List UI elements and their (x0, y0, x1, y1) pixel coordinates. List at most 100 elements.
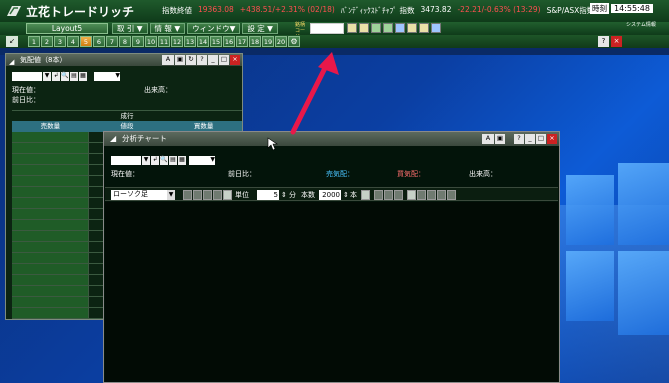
close-button[interactable]: × (230, 55, 240, 65)
board-code-input[interactable] (12, 72, 42, 81)
folder-icon[interactable]: ▤ (169, 156, 177, 165)
layout-number-7[interactable]: 7 (106, 36, 118, 47)
font-size-button[interactable]: A (162, 55, 174, 65)
layout-number-19[interactable]: 19 (262, 36, 274, 47)
period-tick-icon[interactable] (223, 190, 232, 200)
period-month-icon[interactable] (203, 190, 212, 200)
compare-tool-icon[interactable] (427, 190, 436, 200)
maximize-button[interactable]: □ (536, 134, 546, 144)
table-cell (12, 132, 89, 142)
dropdown-icon[interactable]: ▼ (43, 72, 51, 81)
enter-icon[interactable]: ↲ (151, 156, 159, 165)
layout-number-10[interactable]: 10 (145, 36, 157, 47)
refresh-icon[interactable]: ↻ (186, 55, 196, 65)
news-tool-icon[interactable] (371, 23, 381, 33)
market-select[interactable]: ▼ (94, 72, 120, 81)
spinner-icon[interactable]: ⇕ (343, 190, 349, 200)
eraser-tool-icon[interactable] (394, 190, 403, 200)
period-year-icon[interactable] (213, 190, 222, 200)
layout-number-6[interactable]: 6 (93, 36, 105, 47)
dropdown-icon[interactable]: ▼ (142, 156, 150, 165)
layout-number-18[interactable]: 18 (249, 36, 261, 47)
order-tool-icon[interactable] (407, 23, 417, 33)
help-button[interactable]: ? (598, 36, 609, 47)
table-cell (12, 220, 89, 230)
layout-number-1[interactable]: 1 (28, 36, 40, 47)
menu-settings[interactable]: 設 定 ▼ (242, 23, 278, 34)
ranking-tool-icon[interactable] (383, 23, 393, 33)
layout-number-3[interactable]: 3 (54, 36, 66, 47)
candle-type-value: ローソク足 (113, 190, 148, 198)
layout-number-17[interactable]: 17 (236, 36, 248, 47)
menu-trade[interactable]: 取 引 ▼ (112, 23, 148, 34)
period-day-icon[interactable] (183, 190, 192, 200)
copy-icon[interactable]: ▣ (495, 134, 505, 144)
system-info-label[interactable]: システム情報 (626, 22, 656, 28)
layout-number-4[interactable]: 4 (67, 36, 79, 47)
count-input[interactable]: 2000 (319, 190, 341, 200)
layout-number-11[interactable]: 11 (158, 36, 170, 47)
quick-tool-icon[interactable] (347, 23, 357, 33)
period-week-icon[interactable] (193, 190, 202, 200)
layout-number-20[interactable]: 20 (275, 36, 287, 47)
enter-icon[interactable]: ↲ (52, 72, 60, 81)
table-cell (12, 231, 89, 241)
layout-number-2[interactable]: 2 (41, 36, 53, 47)
chart-toolbar: ローソク足 ▼ 単位 5 ⇕ 分 本数 2000 ⇕ 本 (105, 187, 558, 201)
maximize-button[interactable]: □ (219, 55, 229, 65)
export-tool-icon[interactable] (447, 190, 456, 200)
menu-window[interactable]: ウィンドウ▼ (187, 23, 241, 34)
back-icon[interactable]: ↙ (6, 36, 18, 47)
index-change: +438.51/+2.31% (02/18) (239, 5, 335, 14)
print-tool-icon[interactable] (437, 190, 446, 200)
chart-code-input[interactable] (111, 156, 141, 165)
minimize-button[interactable]: _ (208, 55, 218, 65)
minimize-button[interactable]: _ (525, 134, 535, 144)
table-cell (12, 308, 89, 318)
search-icon[interactable]: 🔍 (61, 72, 69, 81)
col-sell-qty: 売数量 (40, 122, 61, 130)
help-button[interactable]: ? (197, 55, 207, 65)
layout-number-8[interactable]: 8 (119, 36, 131, 47)
table-cell (12, 242, 89, 252)
chart-plot-area[interactable] (105, 202, 558, 382)
board-tool-icon[interactable] (395, 23, 405, 33)
close-button[interactable]: × (611, 36, 622, 47)
sp-asx-label: S&P/ASX指数 (546, 6, 595, 15)
table-icon[interactable]: ▦ (178, 156, 186, 165)
copy-icon[interactable]: ▣ (175, 55, 185, 65)
layout-number-9[interactable]: 9 (132, 36, 144, 47)
quote-board-titlebar[interactable]: ◢ 気配値（8本） A ▣ ↻ ? _ □ × (6, 54, 242, 66)
unit-input[interactable]: 5 (257, 190, 279, 200)
list-tool-icon[interactable] (431, 23, 441, 33)
grid-tool-icon[interactable] (419, 23, 429, 33)
stock-code-input[interactable] (310, 23, 344, 34)
search-icon[interactable]: 🔍 (160, 156, 168, 165)
menu-info[interactable]: 情 報 ▼ (149, 23, 186, 34)
fibonacci-tool-icon[interactable] (384, 190, 393, 200)
folder-icon[interactable]: ▤ (70, 72, 78, 81)
indicator-tool-icon[interactable] (417, 190, 426, 200)
layout-number-5[interactable]: 5 (80, 36, 92, 47)
layout-tab[interactable]: Layout5 (26, 23, 108, 34)
chart-tool-icon[interactable] (359, 23, 369, 33)
font-size-button[interactable]: A (482, 134, 494, 144)
help-button[interactable]: ? (514, 134, 524, 144)
table-cell (12, 165, 89, 175)
close-button[interactable]: × (547, 134, 557, 144)
layout-number-13[interactable]: 13 (184, 36, 196, 47)
pointer-tool-icon[interactable] (361, 190, 370, 200)
spinner-icon[interactable]: ⇕ (281, 190, 287, 200)
market-select[interactable]: ▼ (189, 156, 215, 165)
gear-icon[interactable]: ⚙ (288, 36, 300, 47)
layout-number-16[interactable]: 16 (223, 36, 235, 47)
candle-type-select[interactable]: ローソク足 ▼ (111, 190, 175, 200)
settings-tool-icon[interactable] (407, 190, 416, 200)
layout-number-14[interactable]: 14 (197, 36, 209, 47)
chart-titlebar[interactable]: ◢ 分析チャート A ▣ ? _ □ × (104, 132, 559, 146)
line-tool-icon[interactable] (374, 190, 383, 200)
layout-number-15[interactable]: 15 (210, 36, 222, 47)
future-value: 3473.82 (420, 5, 452, 14)
layout-number-12[interactable]: 12 (171, 36, 183, 47)
table-icon[interactable]: ▦ (79, 72, 87, 81)
